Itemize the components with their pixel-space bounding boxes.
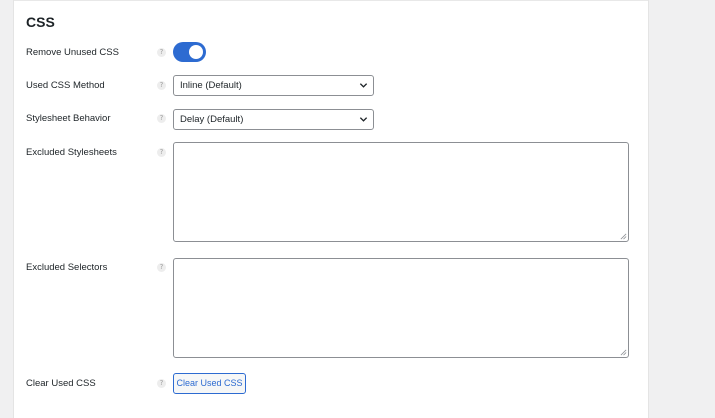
excluded-stylesheets-label: Excluded Stylesheets <box>26 147 117 158</box>
question-mark-icon[interactable]: ? <box>157 263 166 272</box>
remove-unused-css-toggle[interactable] <box>173 42 206 62</box>
used-css-method-select[interactable]: Inline (Default) <box>173 75 374 96</box>
used-css-method-label: Used CSS Method <box>26 80 105 91</box>
excluded-selectors-textarea[interactable] <box>173 258 629 358</box>
panel-divider <box>14 0 648 1</box>
remove-unused-css-label: Remove Unused CSS <box>26 47 119 58</box>
question-mark-icon[interactable]: ? <box>157 81 166 90</box>
excluded-stylesheets-textarea[interactable] <box>173 142 629 242</box>
resize-handle-icon[interactable] <box>620 349 627 356</box>
settings-panel: CSS Remove Unused CSS ? Used CSS Method … <box>13 0 649 418</box>
chevron-down-icon <box>359 83 368 88</box>
used-css-method-value: Inline (Default) <box>180 80 242 91</box>
toggle-knob <box>189 45 203 59</box>
question-mark-icon[interactable]: ? <box>157 379 166 388</box>
section-title: CSS <box>26 14 55 30</box>
stylesheet-behavior-value: Delay (Default) <box>180 114 244 125</box>
question-mark-icon[interactable]: ? <box>157 114 166 123</box>
resize-handle-icon[interactable] <box>620 233 627 240</box>
clear-used-css-button[interactable]: Clear Used CSS <box>173 373 246 394</box>
excluded-selectors-label: Excluded Selectors <box>26 262 108 273</box>
question-mark-icon[interactable]: ? <box>157 148 166 157</box>
chevron-down-icon <box>359 117 368 122</box>
clear-used-css-label: Clear Used CSS <box>26 378 96 389</box>
stylesheet-behavior-label: Stylesheet Behavior <box>26 113 111 124</box>
stylesheet-behavior-select[interactable]: Delay (Default) <box>173 109 374 130</box>
question-mark-icon[interactable]: ? <box>157 48 166 57</box>
